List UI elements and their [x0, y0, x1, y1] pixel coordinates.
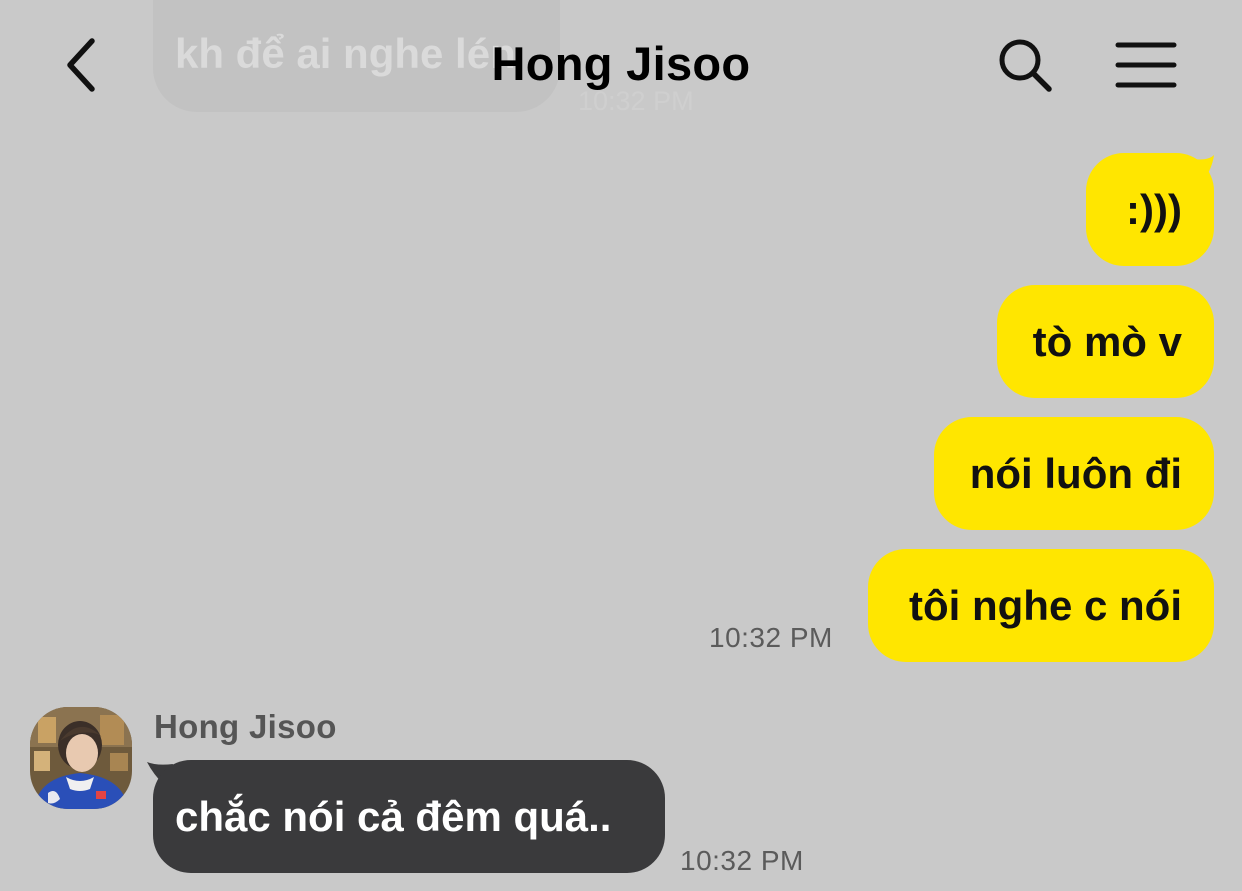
avatar[interactable] [30, 707, 132, 809]
sender-name: Hong Jisoo [154, 708, 337, 745]
message-text: :))) [1126, 185, 1182, 233]
hamburger-menu-icon [1115, 42, 1177, 88]
search-button[interactable] [992, 32, 1058, 98]
incoming-message-time: 10:32 PM [680, 845, 804, 876]
menu-button[interactable] [1110, 34, 1182, 96]
search-icon [999, 39, 1052, 92]
outgoing-message-bubble[interactable]: tò mò v [997, 285, 1214, 398]
outgoing-message-bubble[interactable]: :))) [1086, 153, 1214, 266]
chat-header: Hong Jisoo [0, 0, 1242, 135]
message-text: tôi nghe c nói [909, 581, 1182, 629]
avatar-image [30, 707, 132, 809]
message-text: nói luôn đi [969, 449, 1182, 497]
outgoing-message-time: 10:32 PM [709, 622, 833, 653]
message-text: tò mò v [1032, 317, 1182, 365]
outgoing-message-bubble[interactable]: tôi nghe c nói [868, 549, 1214, 662]
chat-screen: kh để ai nghe lén 10:32 PM Hong Jisoo:)… [0, 0, 1242, 891]
incoming-message-bubble[interactable]: chắc nói cả đêm quá.. [153, 760, 665, 873]
outgoing-message-bubble[interactable]: nói luôn đi [934, 417, 1214, 530]
message-text: chắc nói cả đêm quá.. [175, 792, 612, 840]
